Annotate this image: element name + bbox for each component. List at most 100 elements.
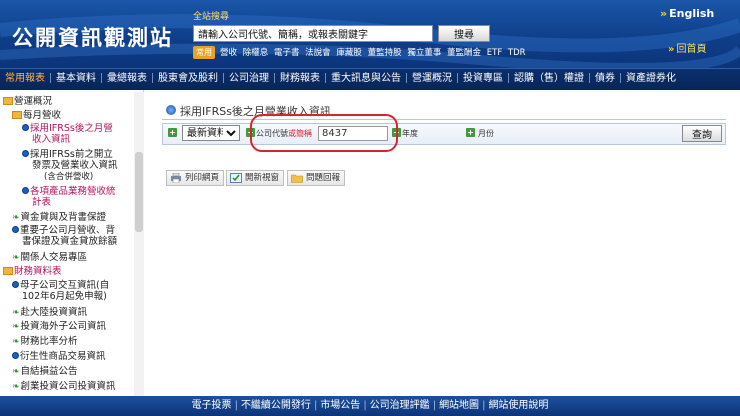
scrollbar-thumb[interactable]	[135, 152, 143, 232]
sidebar-item-label: 財務比率分析	[20, 336, 78, 347]
sidebar-item-label: 自結損益公告	[20, 366, 78, 377]
sidebar-item-financial-data[interactable]: 財務資料表	[3, 266, 62, 277]
report-issue-button[interactable]: 問題回報	[287, 170, 346, 186]
sidebar-item-label: 重要子公司月營收、背	[20, 225, 116, 236]
sidebar-item-operations[interactable]: 營運概況	[3, 96, 52, 107]
query-button[interactable]: 查詢	[682, 125, 722, 142]
sidebar-item-financial-ratios[interactable]: ❧財務比率分析	[12, 336, 78, 348]
nav-summary-reports[interactable]: 彙總報表	[102, 69, 152, 89]
sidebar-item-related-party[interactable]: ❧關係人交易專區	[12, 252, 87, 264]
home-link[interactable]: » 回首頁	[668, 40, 706, 55]
dot-icon	[12, 226, 19, 233]
sidebar-item-label: 關係人交易專區	[20, 252, 88, 263]
nav-basic-info[interactable]: 基本資料	[51, 69, 101, 89]
quick-link-tdr[interactable]: TDR	[508, 48, 526, 58]
quick-link-dividend[interactable]: 除權息	[243, 48, 269, 58]
nav-bonds[interactable]: 債券	[590, 69, 620, 89]
sidebar-item-pre-ifrs-revenue[interactable]: 採用IFRSs前之開立 發票及營業收入資訊 (含合併營收)	[22, 149, 118, 183]
sidebar-item-label: 投資海外子公司資訊	[20, 321, 107, 332]
quick-link-etf[interactable]: ETF	[487, 48, 502, 58]
site-logo[interactable]: 公開資訊觀測站	[12, 22, 173, 52]
sidebar-item-label: 採用IFRSs後之月營	[30, 123, 113, 134]
quick-link-director-holdings[interactable]: 董監持股	[368, 48, 402, 58]
highlight-annotation	[250, 114, 398, 152]
leaf-icon: ❧	[12, 337, 20, 347]
quick-link-independent-director[interactable]: 獨立董事	[407, 48, 441, 58]
site-header: 公開資訊觀測站 全站搜尋 搜尋 常用 營收 除權息 電子書 法說會 庫藏股 董監…	[0, 0, 740, 68]
nav-shareholders-dividends[interactable]: 股東會及股利	[153, 69, 223, 89]
site-footer: 電子投票 | 不繼續公開發行 | 市場公告 | 公司治理評鑑 | 網站地圖 | 網站使用說明	[0, 396, 740, 416]
footer-link-governance-evaluation[interactable]: 公司治理評鑑	[370, 400, 430, 411]
nav-financial-reports[interactable]: 財務報表	[275, 69, 325, 89]
sidebar-item-subsidiary-revenue[interactable]: 重要子公司月營收、背 書保證及資金貸放餘額	[12, 225, 117, 247]
footer-link-deregistration[interactable]: 不繼續公開發行	[241, 400, 311, 411]
nav-common-reports[interactable]: 常用報表	[0, 69, 50, 89]
english-link[interactable]: » English	[660, 7, 714, 20]
report-issue-label: 問題回報	[306, 173, 341, 183]
sidebar-item-label: (含合併營收)	[44, 172, 94, 182]
sidebar-item-label: 資金貸與及背書保證	[20, 212, 107, 223]
dot-icon	[22, 187, 29, 194]
sidebar-item-derivatives[interactable]: 衍生性商品交易資訊	[12, 351, 106, 362]
main-nav: 常用報表 基本資料 彙總報表 股東會及股利 公司治理 財務報表 重大訊息與公告 營運概況 投資專…	[0, 68, 740, 90]
sidebar-item-label: 採用IFRSs前之開立	[30, 149, 113, 160]
quick-link-ebook[interactable]: 電子書	[274, 48, 300, 58]
leaf-icon: ❧	[12, 213, 20, 223]
print-page-button[interactable]: 列印網頁	[166, 170, 225, 186]
sidebar-item-monthly-revenue[interactable]: 每月營收	[12, 110, 61, 121]
sidebar-item-ifrs-revenue[interactable]: 採用IFRSs後之月營 收入資訊	[22, 123, 113, 145]
sidebar-item-self-profit[interactable]: ❧自結損益公告	[12, 366, 78, 378]
search-button[interactable]: 搜尋	[438, 25, 490, 42]
data-type-select[interactable]: 最新資料	[182, 125, 240, 141]
quick-link-investor-conference[interactable]: 法說會	[305, 48, 331, 58]
nav-operations[interactable]: 營運概況	[407, 69, 457, 89]
sidebar-item-product-revenue[interactable]: 各項產品業務營收統 計表	[22, 186, 116, 208]
sidebar-item-label: 創業投資公司投資資訊	[20, 381, 116, 392]
check-icon	[230, 173, 242, 183]
footer-link-usage-guide[interactable]: 網站使用說明	[488, 400, 548, 411]
chevron-right-icon: »	[668, 44, 675, 55]
folder-icon	[3, 97, 13, 105]
plus-icon: +	[168, 128, 177, 137]
leaf-icon: ❧	[12, 382, 20, 392]
leaf-icon: ❧	[12, 367, 20, 377]
sidebar-item-venture-capital[interactable]: ❧創業投資公司投資資訊	[12, 381, 116, 393]
leaf-icon: ❧	[12, 308, 20, 318]
home-label: 回首頁	[676, 44, 707, 55]
folder-icon	[12, 111, 22, 119]
sidebar-item-label: 書保證及資金貸放餘額	[22, 236, 118, 247]
month-label: 月份	[478, 129, 494, 138]
sidebar-item-china-investment[interactable]: ❧赴大陸投資資訊	[12, 307, 87, 319]
nav-corporate-governance[interactable]: 公司治理	[224, 69, 274, 89]
sidebar-item-label: 各項產品業務營收統	[30, 186, 116, 197]
quick-link-revenue[interactable]: 營收	[220, 48, 237, 58]
site-search-input[interactable]	[193, 25, 433, 42]
footer-link-market-notice[interactable]: 市場公告	[320, 400, 360, 411]
quick-links: 營收 除權息 電子書 法說會 庫藏股 董監持股 獨立董事 董監酬金 ETF TD…	[220, 46, 529, 58]
sidebar-item-label: 財務資料表	[14, 266, 62, 277]
sidebar-item-parent-subsidiary[interactable]: 母子公司交互資訊(自 102年6月起免申報)	[12, 280, 109, 302]
sidebar-scrollbar[interactable]	[134, 92, 144, 396]
common-tag: 常用	[193, 46, 215, 59]
sidebar-item-label: 每月營收	[23, 110, 62, 121]
dot-icon	[22, 124, 29, 131]
footer-link-e-voting[interactable]: 電子投票	[192, 400, 232, 411]
sidebar-item-label: 收入資訊	[32, 134, 71, 145]
footer-link-sitemap[interactable]: 網站地圖	[439, 400, 479, 411]
nav-warrants[interactable]: 認購（售）權證	[509, 69, 589, 89]
folder-icon	[3, 267, 13, 275]
new-window-label: 開新視窗	[245, 173, 280, 183]
nav-securitization[interactable]: 資產證券化	[621, 69, 681, 89]
new-window-button[interactable]: 開新視窗	[226, 170, 285, 186]
search-label: 全站搜尋	[193, 12, 230, 22]
chevron-right-icon: »	[660, 7, 668, 20]
title-divider	[162, 119, 726, 120]
quick-link-treasury-stock[interactable]: 庫藏股	[336, 48, 362, 58]
sidebar-item-loans-guarantees[interactable]: ❧資金貸與及背書保證	[12, 212, 106, 224]
quick-link-director-remuneration[interactable]: 董監酬金	[447, 48, 481, 58]
sidebar-item-label: 衍生性商品交易資訊	[20, 351, 106, 362]
nav-investment[interactable]: 投資專區	[458, 69, 508, 89]
nav-material-info[interactable]: 重大訊息與公告	[326, 69, 406, 89]
leaf-icon: ❧	[12, 253, 20, 263]
sidebar-item-overseas-investment[interactable]: ❧投資海外子公司資訊	[12, 321, 106, 333]
